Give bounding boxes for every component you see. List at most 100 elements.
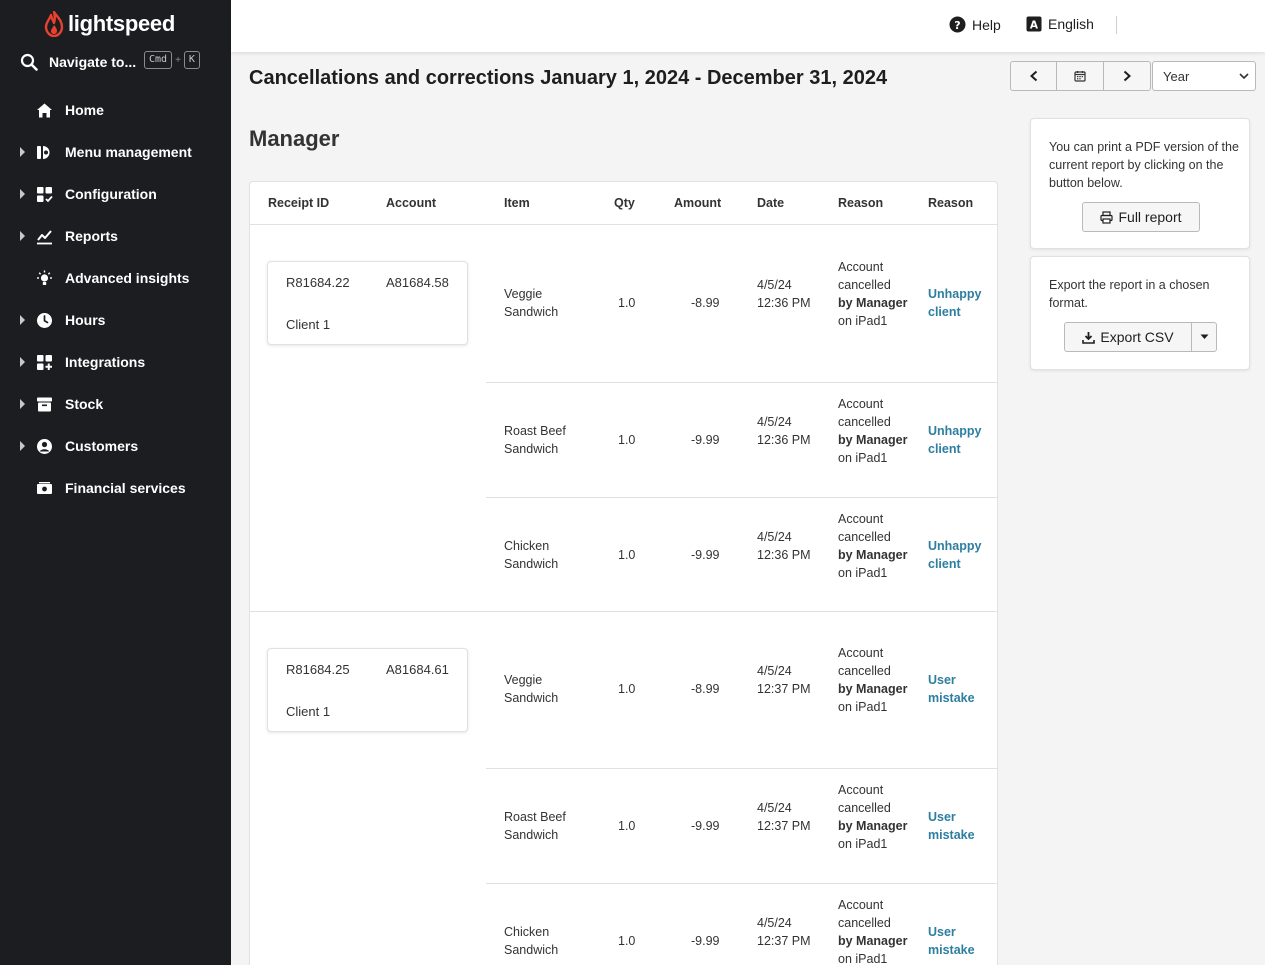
configuration-icon [37,187,53,203]
svg-text:A: A [1030,19,1039,31]
sidebar-item-label: Customers [65,438,139,454]
lightbulb-icon [37,270,52,285]
reason-post: on iPad1 [838,700,888,714]
money-icon [37,482,52,494]
customer-icon [37,439,52,454]
receipt-id: R81684.25 [286,662,350,677]
chevron-left-icon [1029,70,1037,82]
calendar-button[interactable] [1057,61,1104,91]
item-date: 4/5/24 12:37 PM [757,664,811,696]
chevron-down-icon [1239,73,1249,80]
sidebar-item-integrations[interactable]: Integrations [0,341,231,383]
expand-caret-icon [20,189,25,199]
calendar-icon [1074,71,1086,82]
menu-management-icon [37,146,50,159]
next-period-button[interactable] [1104,61,1151,91]
reason-link[interactable]: Unhappy client [928,285,988,321]
receipt-card[interactable]: R81684.22 A81684.58 Client 1 [267,261,468,345]
header-item: Item [504,196,530,210]
item-qty: 1.0 [618,548,636,562]
item-date: 4/5/24 12:36 PM [757,415,811,447]
help-label: Help [972,16,1001,33]
sidebar-item-configuration[interactable]: Configuration [0,173,231,215]
item-name: Chicken Sandwich [504,539,559,571]
item-amount: -8.99 [691,682,720,696]
sidebar-item-reports[interactable]: Reports [0,215,231,257]
header-qty: Qty [614,196,635,210]
expand-caret-icon [20,231,25,241]
reason-link[interactable]: Unhappy client [928,422,988,458]
receipt-id: R81684.22 [286,275,350,290]
account-id: A81684.58 [386,275,449,290]
reason-post: on iPad1 [838,314,888,328]
home-icon [37,103,52,118]
reason-post: on iPad1 [838,837,888,851]
item-name: Roast Beef Sandwich [504,810,566,842]
header-amount: Amount [674,196,722,210]
item-amount: -8.99 [691,296,720,310]
sidebar-item-label: Reports [65,228,118,244]
lightspeed-logo[interactable]: lightspeed [44,10,175,38]
full-report-label: Full report [1118,209,1182,225]
item-amount: -9.99 [691,548,720,562]
export-panel: Export the report in a chosen format. Ex… [1030,256,1250,370]
table-row: Chicken Sandwich 1.0 -9.99 4/5/24 12:36 … [486,497,997,612]
sidebar-item-home[interactable]: Home [0,89,231,131]
expand-caret-icon [20,399,25,409]
receipt-card[interactable]: R81684.25 A81684.61 Client 1 [267,648,468,732]
account-id: A81684.61 [386,662,449,677]
sidebar-item-label: Advanced insights [65,270,190,286]
sidebar-item-hours[interactable]: Hours [0,299,231,341]
search-icon [20,53,38,71]
help-button[interactable]: ? Help [949,16,1001,33]
top-bar: ? Help A English [231,0,1265,52]
reason-link[interactable]: User mistake [928,923,988,959]
sidebar-item-financial-services[interactable]: Financial services [0,467,231,509]
sidebar-item-menu-management[interactable]: Menu management [0,131,231,173]
keyboard-shortcut: Cmd + K [144,50,200,70]
expand-caret-icon [20,147,25,157]
item-amount: -9.99 [691,819,720,833]
printer-icon [1100,210,1114,224]
client-name: Client 1 [286,317,331,332]
reason-by: by Manager [838,548,908,562]
reason-text: Account cancelled by Manager on iPad1 [838,510,908,582]
header-reason-detail: Reason [928,196,974,210]
table-header: Receipt ID Account Item Qty Amount Date … [250,182,997,225]
previous-period-button[interactable] [1010,61,1057,91]
reason-text: Account cancelled by Manager on iPad1 [838,781,908,853]
sidebar-item-label: Menu management [65,144,192,160]
reason-link[interactable]: User mistake [928,671,988,707]
sidebar-item-customers[interactable]: Customers [0,425,231,467]
sidebar-item-stock[interactable]: Stock [0,383,231,425]
integrations-icon [37,355,52,370]
item-qty: 1.0 [618,296,636,310]
table-row: Veggie Sandwich 1.0 -8.99 4/5/24 12:36 P… [486,225,997,382]
report-table: Receipt ID Account Item Qty Amount Date … [249,181,998,965]
export-csv-label: Export CSV [1100,329,1174,345]
item-date: 4/5/24 12:37 PM [757,801,811,833]
client-name: Client 1 [286,704,331,719]
reason-text: Account cancelled by Manager on iPad1 [838,258,908,330]
sidebar: lightspeed Navigate to... Cmd + K Home M… [0,0,231,965]
reason-post: on iPad1 [838,451,888,465]
item-qty: 1.0 [618,819,636,833]
full-report-button[interactable]: Full report [1082,202,1200,232]
reason-pre: Account cancelled [838,898,891,930]
reason-link[interactable]: Unhappy client [928,537,988,573]
reason-text: Account cancelled by Manager on iPad1 [838,644,908,716]
sidebar-item-advanced-insights[interactable]: Advanced insights [0,257,231,299]
reason-pre: Account cancelled [838,512,891,544]
navigate-search[interactable]: Navigate to... Cmd + K [20,50,220,74]
shortcut-key-k: K [183,51,200,69]
export-csv-button[interactable]: Export CSV [1064,322,1192,352]
print-panel: You can print a PDF version of the curre… [1030,118,1250,249]
reason-post: on iPad1 [838,566,888,580]
period-select[interactable]: Year [1152,61,1256,91]
navigate-label: Navigate to... [49,54,137,70]
reason-link[interactable]: User mistake [928,808,988,844]
language-selector[interactable]: A English [1026,16,1094,32]
clock-icon [37,313,52,328]
sidebar-item-label: Stock [65,396,104,412]
export-format-dropdown[interactable] [1191,322,1217,352]
